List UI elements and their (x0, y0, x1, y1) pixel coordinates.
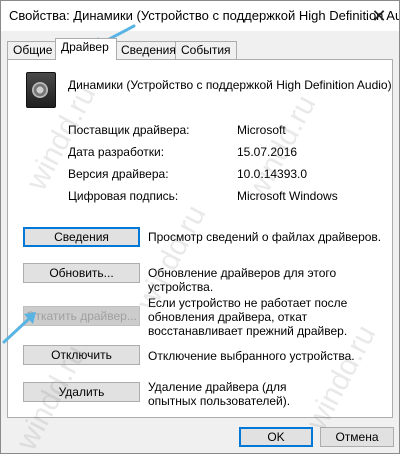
update-description: Обновление драйверов для этого устройств… (148, 266, 337, 294)
info-label: Версия драйвера: (68, 167, 169, 181)
speaker-icon (26, 72, 56, 108)
ok-button[interactable]: OK (239, 427, 313, 447)
uninstall-description: Удаление драйвера (для опытных пользоват… (148, 380, 291, 408)
info-value: 15.07.2016 (237, 145, 298, 159)
info-value: 10.0.14393.0 (237, 167, 308, 181)
tab-events[interactable]: События (175, 41, 237, 59)
info-label: Поставщик драйвера: (68, 123, 190, 137)
title-bar: Свойства: Динамики (Устройство с поддерж… (1, 1, 399, 31)
info-value: Microsoft Windows (237, 189, 338, 203)
rollback-button[interactable]: Откатить драйвер... (23, 306, 140, 326)
close-icon[interactable]: ✕ (359, 1, 399, 31)
tab-general[interactable]: Общие (7, 41, 57, 59)
tab-driver[interactable]: Драйвер (55, 38, 117, 60)
info-label: Дата разработки: (68, 145, 165, 159)
details-button[interactable]: Сведения (23, 227, 140, 247)
uninstall-button[interactable]: Удалить (23, 382, 140, 402)
driver-panel: Динамики (Устройство с поддержкой High D… (7, 59, 393, 418)
properties-window: Свойства: Динамики (Устройство с поддерж… (0, 0, 400, 454)
disable-description: Отключение выбранного устройства. (148, 349, 355, 363)
rollback-description: Если устройство не работает после обновл… (148, 296, 348, 338)
details-description: Просмотр сведений о файлах драйверов. (148, 230, 382, 244)
window-title: Свойства: Динамики (Устройство с поддерж… (9, 8, 400, 23)
info-label: Цифровая подпись: (68, 189, 179, 203)
info-value: Microsoft (237, 123, 286, 137)
update-button[interactable]: Обновить... (23, 263, 140, 283)
device-name: Динамики (Устройство с поддержкой High D… (68, 78, 392, 92)
cancel-button[interactable]: Отмена (320, 427, 394, 447)
disable-button[interactable]: Отключить (23, 345, 140, 365)
tab-details[interactable]: Сведения (115, 41, 177, 59)
